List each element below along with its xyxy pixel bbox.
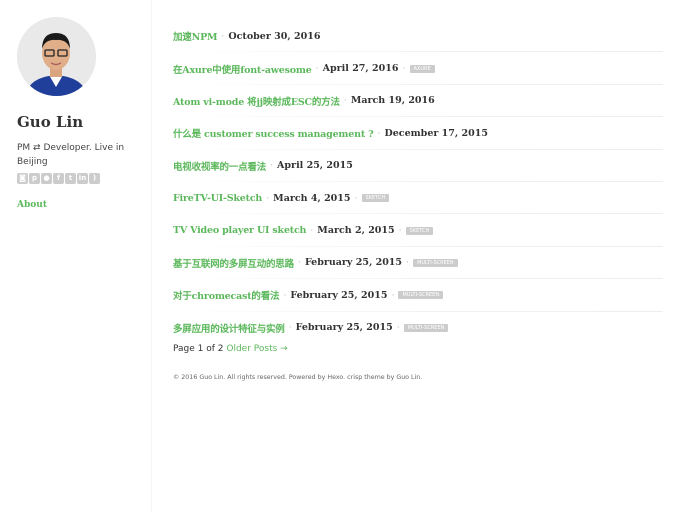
post-item: 在Axure中使用font-awesome · April 27, 2016 · axu… xyxy=(173,52,663,86)
pinterest-icon[interactable]: p xyxy=(29,173,40,184)
hexo-link[interactable]: Hexo xyxy=(327,374,343,381)
separator-dot: · xyxy=(343,95,347,107)
post-item: 电视收视率的一点看法 · April 25, 2015 xyxy=(173,150,663,183)
post-tag[interactable]: sketch xyxy=(405,226,434,235)
avatar[interactable] xyxy=(17,17,96,96)
post-date: October 30, 2016 xyxy=(228,30,321,42)
footer-text-mid: theme by xyxy=(362,374,397,381)
post-tag[interactable]: multi-screen xyxy=(398,291,444,300)
post-date: March 4, 2015 xyxy=(273,192,351,204)
separator-dot: · xyxy=(402,63,406,75)
post-title-link[interactable]: 在Axure中使用font-awesome xyxy=(173,62,312,76)
about-link[interactable]: About xyxy=(17,200,47,210)
separator-dot: · xyxy=(297,257,301,269)
post-item: 多屏应用的设计特征与实例 · February 25, 2015 · multi-scr… xyxy=(173,312,663,344)
page-indicator: Page 1 of 2 xyxy=(173,344,224,354)
post-item: TV Video player UI sketch · March 2, 2015 ·… xyxy=(173,214,663,248)
separator-dot: · xyxy=(283,289,287,301)
rss-icon[interactable]: ) xyxy=(89,173,100,184)
facebook-icon[interactable]: f xyxy=(53,173,64,184)
post-item: Atom vi-mode 将jj映射成ESC的方法 · March 19, 2016 xyxy=(173,85,663,118)
footer-text: © 2016 Guo Lin. All rights reserved. Pow… xyxy=(173,374,328,381)
post-item: 加速NPM · October 30, 2016 xyxy=(173,20,663,53)
post-item: 对于chromecast的看法 · February 25, 2015 · multi-… xyxy=(173,279,663,312)
separator-dot: · xyxy=(377,127,381,139)
github-icon[interactable]: ● xyxy=(41,173,52,184)
separator-dot: · xyxy=(406,257,410,269)
post-title-link[interactable]: Atom vi-mode 将jj映射成ESC的方法 xyxy=(173,94,340,108)
separator-dot: · xyxy=(391,289,395,301)
post-item: 基于互联网的多屏互动的思路 · February 25, 2015 · multi-sc… xyxy=(173,247,663,280)
post-item: 什么是 customer success management ? · Decemb… xyxy=(173,117,663,150)
post-list: 加速NPM · October 30, 2016 在Axure中使用font-awes… xyxy=(173,20,663,344)
separator-dot: · xyxy=(288,322,292,334)
post-date: February 25, 2015 xyxy=(295,322,393,334)
post-date: March 2, 2015 xyxy=(317,225,395,237)
separator-dot: · xyxy=(270,160,274,172)
post-title-link[interactable]: 什么是 customer success management ? xyxy=(173,126,374,140)
post-date: December 17, 2015 xyxy=(384,127,488,139)
post-date: March 19, 2016 xyxy=(350,95,435,107)
linkedin-icon[interactable]: in xyxy=(77,173,88,184)
post-item: FireTV-UI-Sketch · March 4, 2015 · sketch xyxy=(173,182,663,215)
footer-end: . xyxy=(420,374,423,381)
post-tag[interactable]: multi-screen xyxy=(403,323,449,332)
separator-dot: · xyxy=(354,192,358,204)
separator-dot: · xyxy=(398,225,402,237)
sidebar: Guo Lin PM ⇄ Developer. Live in Beijing … xyxy=(0,0,152,512)
post-date: February 25, 2015 xyxy=(290,289,388,301)
author-link[interactable]: Guo Lin xyxy=(396,374,420,381)
crisp-link[interactable]: crisp xyxy=(347,374,362,381)
footer: © 2016 Guo Lin. All rights reserved. Pow… xyxy=(173,374,422,381)
post-title-link[interactable]: 多屏应用的设计特征与实例 xyxy=(173,321,285,335)
post-tag[interactable]: sketch xyxy=(361,194,390,203)
post-title-link[interactable]: 加速NPM xyxy=(173,29,218,43)
post-title-link[interactable]: 基于互联网的多屏互动的思路 xyxy=(173,256,294,270)
post-tag[interactable]: multi-screen xyxy=(413,258,458,267)
post-date: February 25, 2015 xyxy=(304,257,403,269)
older-posts-link[interactable]: Older Posts → xyxy=(226,344,287,354)
twitter-icon[interactable]: t xyxy=(65,173,76,184)
post-title-link[interactable]: 电视收视率的一点看法 xyxy=(173,159,266,173)
post-title-link[interactable]: FireTV-UI-Sketch xyxy=(173,193,262,204)
social-links: ◙ p ● f t in ) xyxy=(17,173,100,184)
separator-dot: · xyxy=(221,30,225,42)
author-bio: PM ⇄ Developer. Live in Beijing xyxy=(17,143,125,167)
separator-dot: · xyxy=(266,192,270,204)
post-date: April 27, 2016 xyxy=(322,63,399,75)
separator-dot: · xyxy=(396,322,400,334)
instagram-icon[interactable]: ◙ xyxy=(17,173,28,184)
post-tag[interactable]: axure xyxy=(409,64,435,73)
site-author-name: Guo Lin xyxy=(17,113,84,131)
post-title-link[interactable]: 对于chromecast的看法 xyxy=(173,288,280,302)
separator-dot: · xyxy=(310,225,314,237)
pagination: Page 1 of 2 Older Posts → xyxy=(173,344,288,354)
post-title-link[interactable]: TV Video player UI sketch xyxy=(173,225,306,236)
post-date: April 25, 2015 xyxy=(277,160,353,172)
separator-dot: · xyxy=(315,63,319,75)
